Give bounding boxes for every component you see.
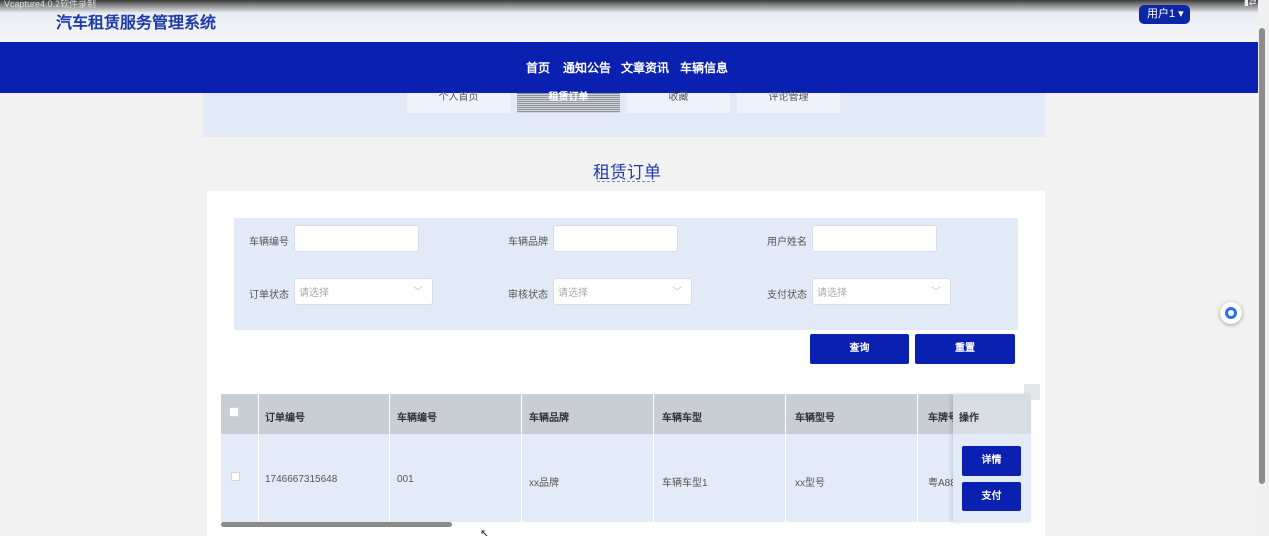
brand-label: 车辆品牌 [508,237,548,248]
review-status-label: 审核状态 [508,290,548,301]
window-corner-icon: ▮⇄ [1244,0,1257,7]
column-divider [785,394,786,522]
reset-button[interactable]: 重置 [915,334,1015,364]
select-placeholder: 请选择 [558,288,588,299]
cell-model: xx型号 [795,478,825,489]
col-vehicle-no: 车辆编号 [397,413,437,424]
column-divider [917,394,918,522]
vehicle-no-label: 车辆编号 [249,237,289,248]
select-all-checkbox[interactable] [229,407,239,417]
site-title[interactable]: 汽车租赁服务管理系统 [56,9,216,33]
pay-button[interactable]: 支付 [962,482,1021,511]
query-button[interactable]: 查询 [810,334,909,364]
page-scrollbar-thumb[interactable] [1259,28,1265,484]
column-divider [389,394,390,522]
tab-rental-orders[interactable]: 租赁订单 [517,93,620,113]
tab-personal-home[interactable]: 个人首页 [407,93,510,113]
col-model: 车辆型号 [795,413,835,424]
orders-table: 订单编号 车辆编号 车辆品牌 车辆车型 车辆型号 车牌号 17466673156… [221,394,1031,536]
vehicle-no-input[interactable] [294,225,419,252]
nav-item-home[interactable]: 首页 [526,59,550,76]
review-status-select[interactable]: 请选择 ﹀ [553,278,692,305]
cell-vehicle-type: 车辆车型1 [662,478,708,489]
order-status-label: 订单状态 [249,290,289,301]
pay-status-select[interactable]: 请选择 ﹀ [812,278,951,305]
brand-input[interactable] [553,225,678,252]
cell-brand: xx品牌 [529,478,559,489]
nav-item-vehicles[interactable]: 车辆信息 [680,59,728,76]
pay-status-label: 支付状态 [767,290,807,301]
column-divider [258,394,259,522]
chevron-down-icon: ﹀ [413,287,423,298]
nav-item-articles[interactable]: 文章资讯 [621,59,669,76]
user-menu-button[interactable]: 用户1 ▾ [1139,5,1190,24]
subtab-panel [203,93,1045,137]
chevron-down-icon: ﹀ [672,287,682,298]
cell-vehicle-no: 001 [397,474,414,485]
page-title: 租赁订单 [593,163,661,182]
table-horizontal-scrollbar[interactable] [221,522,452,527]
username-label: 用户姓名 [767,237,807,248]
title-underline [597,181,655,182]
cell-order-no: 1746667315648 [265,474,338,485]
detail-button[interactable]: 详情 [962,446,1021,476]
nav-item-notices[interactable]: 通知公告 [563,59,611,76]
column-divider [521,394,522,522]
tab-favorites[interactable]: 收藏 [627,93,730,113]
row-checkbox[interactable] [231,472,240,481]
chevron-down-icon: ﹀ [931,287,941,298]
tab-comments[interactable]: 评论管理 [737,93,840,113]
table-header [221,394,1031,434]
main-nav: 首页 通知公告 文章资讯 车辆信息 [0,42,1258,93]
col-brand: 车辆品牌 [529,413,569,424]
table-row [221,434,1031,522]
select-placeholder: 请选择 [299,288,329,299]
order-status-select[interactable]: 请选择 ﹀ [294,278,433,305]
column-divider [653,394,654,522]
username-input[interactable] [812,225,937,252]
mouse-cursor-icon: ↖ [480,528,490,536]
cell-plate: 粤A88 [928,478,956,489]
col-order-no: 订单编号 [265,413,305,424]
floating-assistant-icon[interactable] [1220,302,1242,324]
select-placeholder: 请选择 [817,288,847,299]
col-vehicle-type: 车辆车型 [662,413,702,424]
col-operations: 操作 [959,413,979,424]
